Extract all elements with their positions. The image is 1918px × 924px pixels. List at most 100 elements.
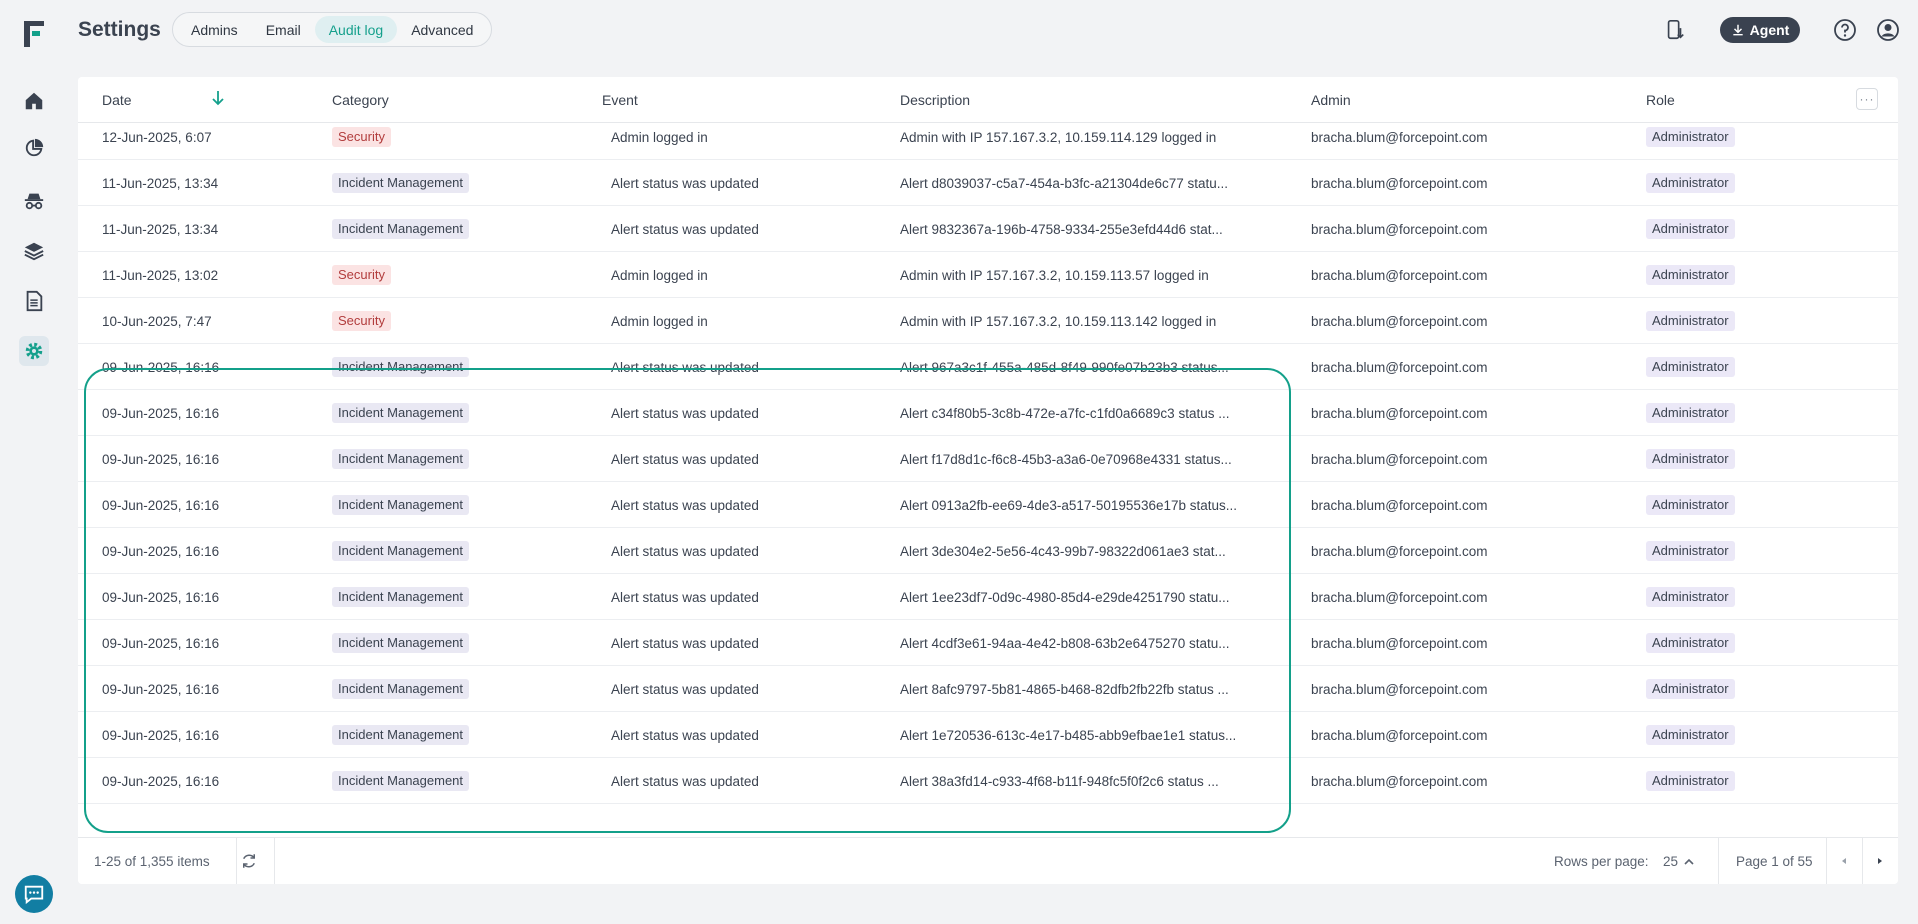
agent-download-button[interactable]: Agent: [1720, 17, 1800, 43]
table-row[interactable]: 09-Jun-2025, 16:16 Incident Management Ale…: [78, 620, 1898, 666]
table-row[interactable]: 09-Jun-2025, 16:16 Incident Management Ale…: [78, 344, 1898, 390]
table-row[interactable]: 09-Jun-2025, 16:16 Incident Management Ale…: [78, 390, 1898, 436]
role-badge: Administrator: [1646, 265, 1735, 285]
next-page-button[interactable]: [1870, 851, 1890, 871]
column-header-description[interactable]: Description: [900, 92, 970, 108]
cell-event: Alert status was updated: [611, 681, 759, 697]
cell-admin: bracha.blum@forcepoint.com: [1311, 543, 1488, 559]
category-badge: Incident Management: [332, 403, 470, 423]
column-header-admin[interactable]: Admin: [1311, 92, 1351, 108]
cell-role: Administrator: [1646, 712, 1846, 758]
sidebar-item-settings[interactable]: [19, 336, 49, 366]
cell-event: Alert status was updated: [611, 497, 759, 513]
sort-descending-icon[interactable]: [210, 89, 226, 107]
column-options-button[interactable]: ···: [1856, 88, 1878, 110]
audit-log-table: Date Category Event Description Admin Ro…: [78, 77, 1898, 884]
cell-date: 09-Jun-2025, 16:16: [102, 497, 220, 513]
user-avatar-icon: [1877, 19, 1899, 41]
cell-event: Alert status was updated: [611, 589, 759, 605]
refresh-icon[interactable]: [240, 852, 258, 870]
cell-description: Alert 967a3c1f-455a-485d-8f49-990fe07b23…: [900, 359, 1229, 375]
cell-event: Alert status was updated: [611, 221, 759, 237]
help-button[interactable]: [1832, 17, 1858, 43]
settings-tabs: Admins Email Audit log Advanced: [172, 12, 493, 47]
page-info: Page 1 of 55: [1736, 854, 1813, 869]
category-badge: Incident Management: [332, 173, 470, 193]
category-badge: Security: [332, 265, 391, 285]
table-row[interactable]: 09-Jun-2025, 16:16 Incident Management Ale…: [78, 666, 1898, 712]
cell-admin: bracha.blum@forcepoint.com: [1311, 405, 1488, 421]
column-header-event[interactable]: Event: [602, 92, 638, 108]
category-badge: Incident Management: [332, 219, 470, 239]
table-row[interactable]: 09-Jun-2025, 16:16 Incident Management Ale…: [78, 574, 1898, 620]
user-profile-button[interactable]: [1875, 17, 1901, 43]
sidebar-item-home[interactable]: [19, 86, 49, 116]
cell-description: Alert 1ee23df7-0d9c-4980-85d4-e29de42517…: [900, 589, 1230, 605]
table-row[interactable]: 09-Jun-2025, 16:16 Incident Management Ale…: [78, 712, 1898, 758]
cell-date: 09-Jun-2025, 16:16: [102, 727, 220, 743]
role-badge: Administrator: [1646, 219, 1735, 239]
document-icon: [26, 290, 43, 312]
cell-description: Alert 9832367a-196b-4758-9334-255e3efd44…: [900, 221, 1223, 237]
cell-admin: bracha.blum@forcepoint.com: [1311, 773, 1488, 789]
role-badge: Administrator: [1646, 173, 1735, 193]
column-header-date[interactable]: Date: [102, 92, 132, 108]
table-footer: 1-25 of 1,355 items Rows per page: 25 Pa…: [78, 837, 1898, 884]
table-row[interactable]: 11-Jun-2025, 13:02 Security Admin logged i…: [78, 252, 1898, 298]
gear-icon: [25, 342, 43, 360]
role-badge: Administrator: [1646, 679, 1735, 699]
cell-admin: bracha.blum@forcepoint.com: [1311, 727, 1488, 743]
cell-description: Alert 0913a2fb-ee69-4de3-a517-50195536e1…: [900, 497, 1238, 513]
table-row[interactable]: 09-Jun-2025, 16:16 Incident Management Ale…: [78, 436, 1898, 482]
cell-event: Admin logged in: [611, 267, 708, 283]
tab-admins[interactable]: Admins: [177, 16, 252, 43]
role-badge: Administrator: [1646, 495, 1735, 515]
cell-admin: bracha.blum@forcepoint.com: [1311, 221, 1488, 237]
sidebar-item-layers[interactable]: [19, 236, 49, 266]
device-download-button[interactable]: [1662, 17, 1688, 43]
tab-advanced[interactable]: Advanced: [397, 16, 487, 43]
table-row[interactable]: 11-Jun-2025, 13:34 Incident Management Ale…: [78, 160, 1898, 206]
cell-category: Incident Management: [332, 712, 592, 758]
cell-event: Alert status was updated: [611, 405, 759, 421]
table-row[interactable]: 10-Jun-2025, 7:47 Security Admin logged in…: [78, 298, 1898, 344]
category-badge: Incident Management: [332, 449, 470, 469]
rows-per-page-select[interactable]: 25: [1663, 854, 1694, 869]
category-badge: Incident Management: [332, 633, 470, 653]
item-count: 1-25 of 1,355 items: [94, 854, 210, 869]
chat-button[interactable]: [15, 875, 53, 913]
cell-category: Incident Management: [332, 620, 592, 666]
sidebar: [0, 0, 66, 924]
sidebar-item-reports[interactable]: [19, 286, 49, 316]
cell-role: Administrator: [1646, 666, 1846, 712]
table-row[interactable]: 11-Jun-2025, 13:34 Incident Management Ale…: [78, 206, 1898, 252]
sidebar-item-dashboard[interactable]: [19, 133, 49, 163]
cell-role: Administrator: [1646, 620, 1846, 666]
cell-admin: bracha.blum@forcepoint.com: [1311, 451, 1488, 467]
cell-description: Admin with IP 157.167.3.2, 10.159.113.57…: [900, 267, 1209, 283]
cell-description: Alert d8039037-c5a7-454a-b3fc-a21304de6c…: [900, 175, 1228, 191]
tab-audit-log[interactable]: Audit log: [314, 16, 398, 43]
chevron-right-icon: [1878, 858, 1882, 864]
cell-role: Administrator: [1646, 390, 1846, 436]
table-row[interactable]: 09-Jun-2025, 16:16 Incident Management Ale…: [78, 758, 1898, 804]
table-row[interactable]: 09-Jun-2025, 16:16 Incident Management Ale…: [78, 482, 1898, 528]
role-badge: Administrator: [1646, 357, 1735, 377]
cell-event: Alert status was updated: [611, 175, 759, 191]
cell-category: Incident Management: [332, 758, 592, 804]
chevron-left-icon: [1842, 858, 1846, 864]
cell-description: Alert 3de304e2-5e56-4c43-99b7-98322d061a…: [900, 543, 1226, 559]
forcepoint-logo[interactable]: [20, 16, 48, 50]
tab-email[interactable]: Email: [252, 16, 315, 43]
cell-description: Alert 8afc9797-5b81-4865-b468-82dfb2fb22…: [900, 681, 1229, 697]
table-row[interactable]: 09-Jun-2025, 16:16 Incident Management Ale…: [78, 528, 1898, 574]
sidebar-item-incognito[interactable]: [19, 186, 49, 216]
cell-category: Incident Management: [332, 390, 592, 436]
home-icon: [25, 92, 43, 110]
cell-date: 09-Jun-2025, 16:16: [102, 359, 220, 375]
category-badge: Incident Management: [332, 587, 470, 607]
cell-admin: bracha.blum@forcepoint.com: [1311, 589, 1488, 605]
column-header-category[interactable]: Category: [332, 92, 389, 108]
previous-page-button[interactable]: [1834, 851, 1854, 871]
column-header-role[interactable]: Role: [1646, 92, 1675, 108]
